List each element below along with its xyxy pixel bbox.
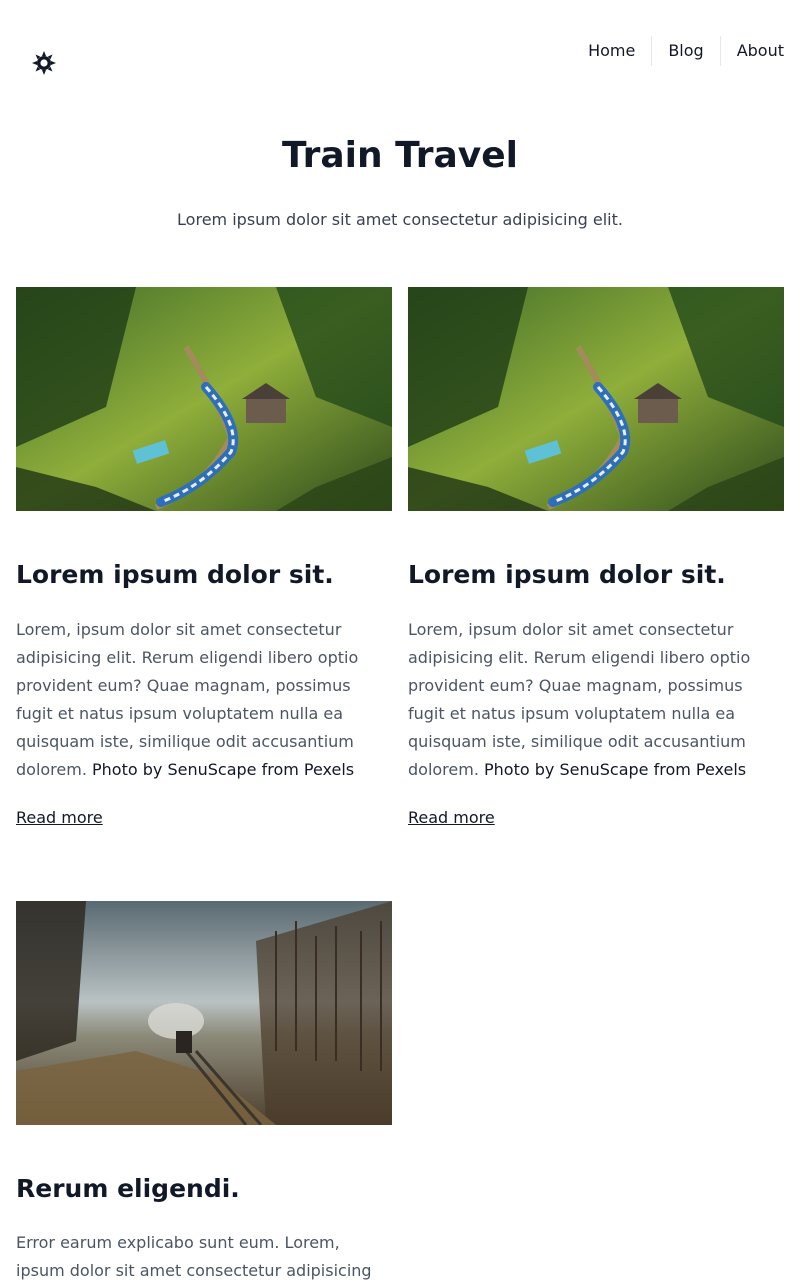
site-header: Home Blog About (0, 0, 800, 110)
theme-toggle-button[interactable] (30, 49, 58, 77)
page-subtitle: Lorem ipsum dolor sit amet consectetur a… (177, 210, 623, 229)
read-more-link[interactable]: Read more (16, 806, 103, 830)
post-excerpt: Lorem, ipsum dolor sit amet consectetur … (408, 616, 784, 784)
post-card: Lorem ipsum dolor sit. Lorem, ipsum dolo… (408, 287, 784, 847)
post-excerpt-text: Lorem, ipsum dolor sit amet consectetur … (16, 620, 359, 779)
post-image[interactable] (16, 287, 392, 511)
post-title[interactable]: Lorem ipsum dolor sit. (16, 559, 334, 591)
sun-icon (32, 51, 56, 75)
photo-credit: Photo by SenuScape from Pexels (484, 760, 747, 779)
post-title[interactable]: Lorem ipsum dolor sit. (408, 559, 726, 591)
nav-blog-link[interactable]: Blog (652, 36, 719, 66)
post-image[interactable] (16, 901, 392, 1125)
nav-home-link[interactable]: Home (572, 36, 651, 66)
post-image[interactable] (408, 287, 784, 511)
post-excerpt: Lorem, ipsum dolor sit amet consectetur … (16, 616, 392, 784)
post-excerpt: Error earum explicabo sunt eum. Lorem, i… (16, 1233, 372, 1280)
page-title: Train Travel (281, 135, 519, 176)
nav-about-link[interactable]: About (721, 36, 784, 66)
post-card: Rerum eligendi. Error earum explicabo su… (16, 901, 392, 1280)
photo-credit: Photo by SenuScape from Pexels (92, 760, 355, 779)
post-card: Lorem ipsum dolor sit. Lorem, ipsum dolo… (16, 287, 392, 847)
post-excerpt-text: Lorem, ipsum dolor sit amet consectetur … (408, 620, 751, 779)
main-nav: Home Blog About (572, 36, 784, 66)
read-more-link[interactable]: Read more (408, 806, 495, 830)
post-title[interactable]: Rerum eligendi. (16, 1173, 240, 1205)
